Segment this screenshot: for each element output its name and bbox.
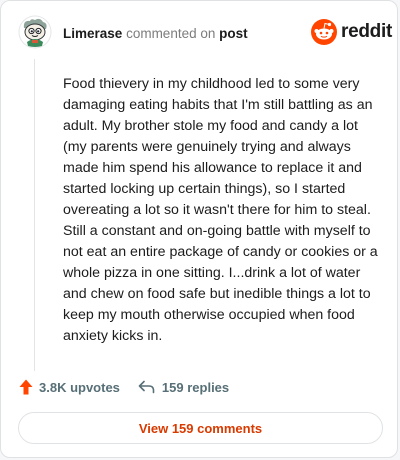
upvote-arrow-icon bbox=[19, 379, 33, 395]
upvote-button[interactable]: 3.8K upvotes bbox=[19, 379, 120, 395]
comment-body: Food thievery in my childhood led to som… bbox=[63, 76, 378, 344]
comment-actions: 3.8K upvotes 159 replies bbox=[19, 377, 229, 397]
thread-line[interactable] bbox=[34, 59, 35, 371]
replies-button[interactable]: 159 replies bbox=[138, 380, 229, 395]
header-action-text: commented on bbox=[126, 26, 216, 41]
upvote-count: 3.8K upvotes bbox=[39, 379, 120, 395]
reddit-wordmark: reddit bbox=[341, 21, 392, 42]
user-avatar[interactable] bbox=[18, 15, 52, 49]
comment-card: Limerase commented on post reddit Food t… bbox=[0, 0, 398, 458]
reddit-logo[interactable]: reddit bbox=[311, 19, 392, 45]
view-comments-button[interactable]: View 159 comments bbox=[18, 412, 383, 444]
reply-arrow-icon bbox=[138, 380, 155, 394]
post-link[interactable]: post bbox=[219, 26, 248, 41]
username-link[interactable]: Limerase bbox=[63, 26, 122, 41]
reddit-snoo-icon bbox=[311, 19, 337, 45]
comment-header: Limerase commented on post bbox=[63, 26, 248, 41]
reply-count: 159 replies bbox=[161, 379, 230, 395]
avatar-icon bbox=[18, 15, 52, 49]
